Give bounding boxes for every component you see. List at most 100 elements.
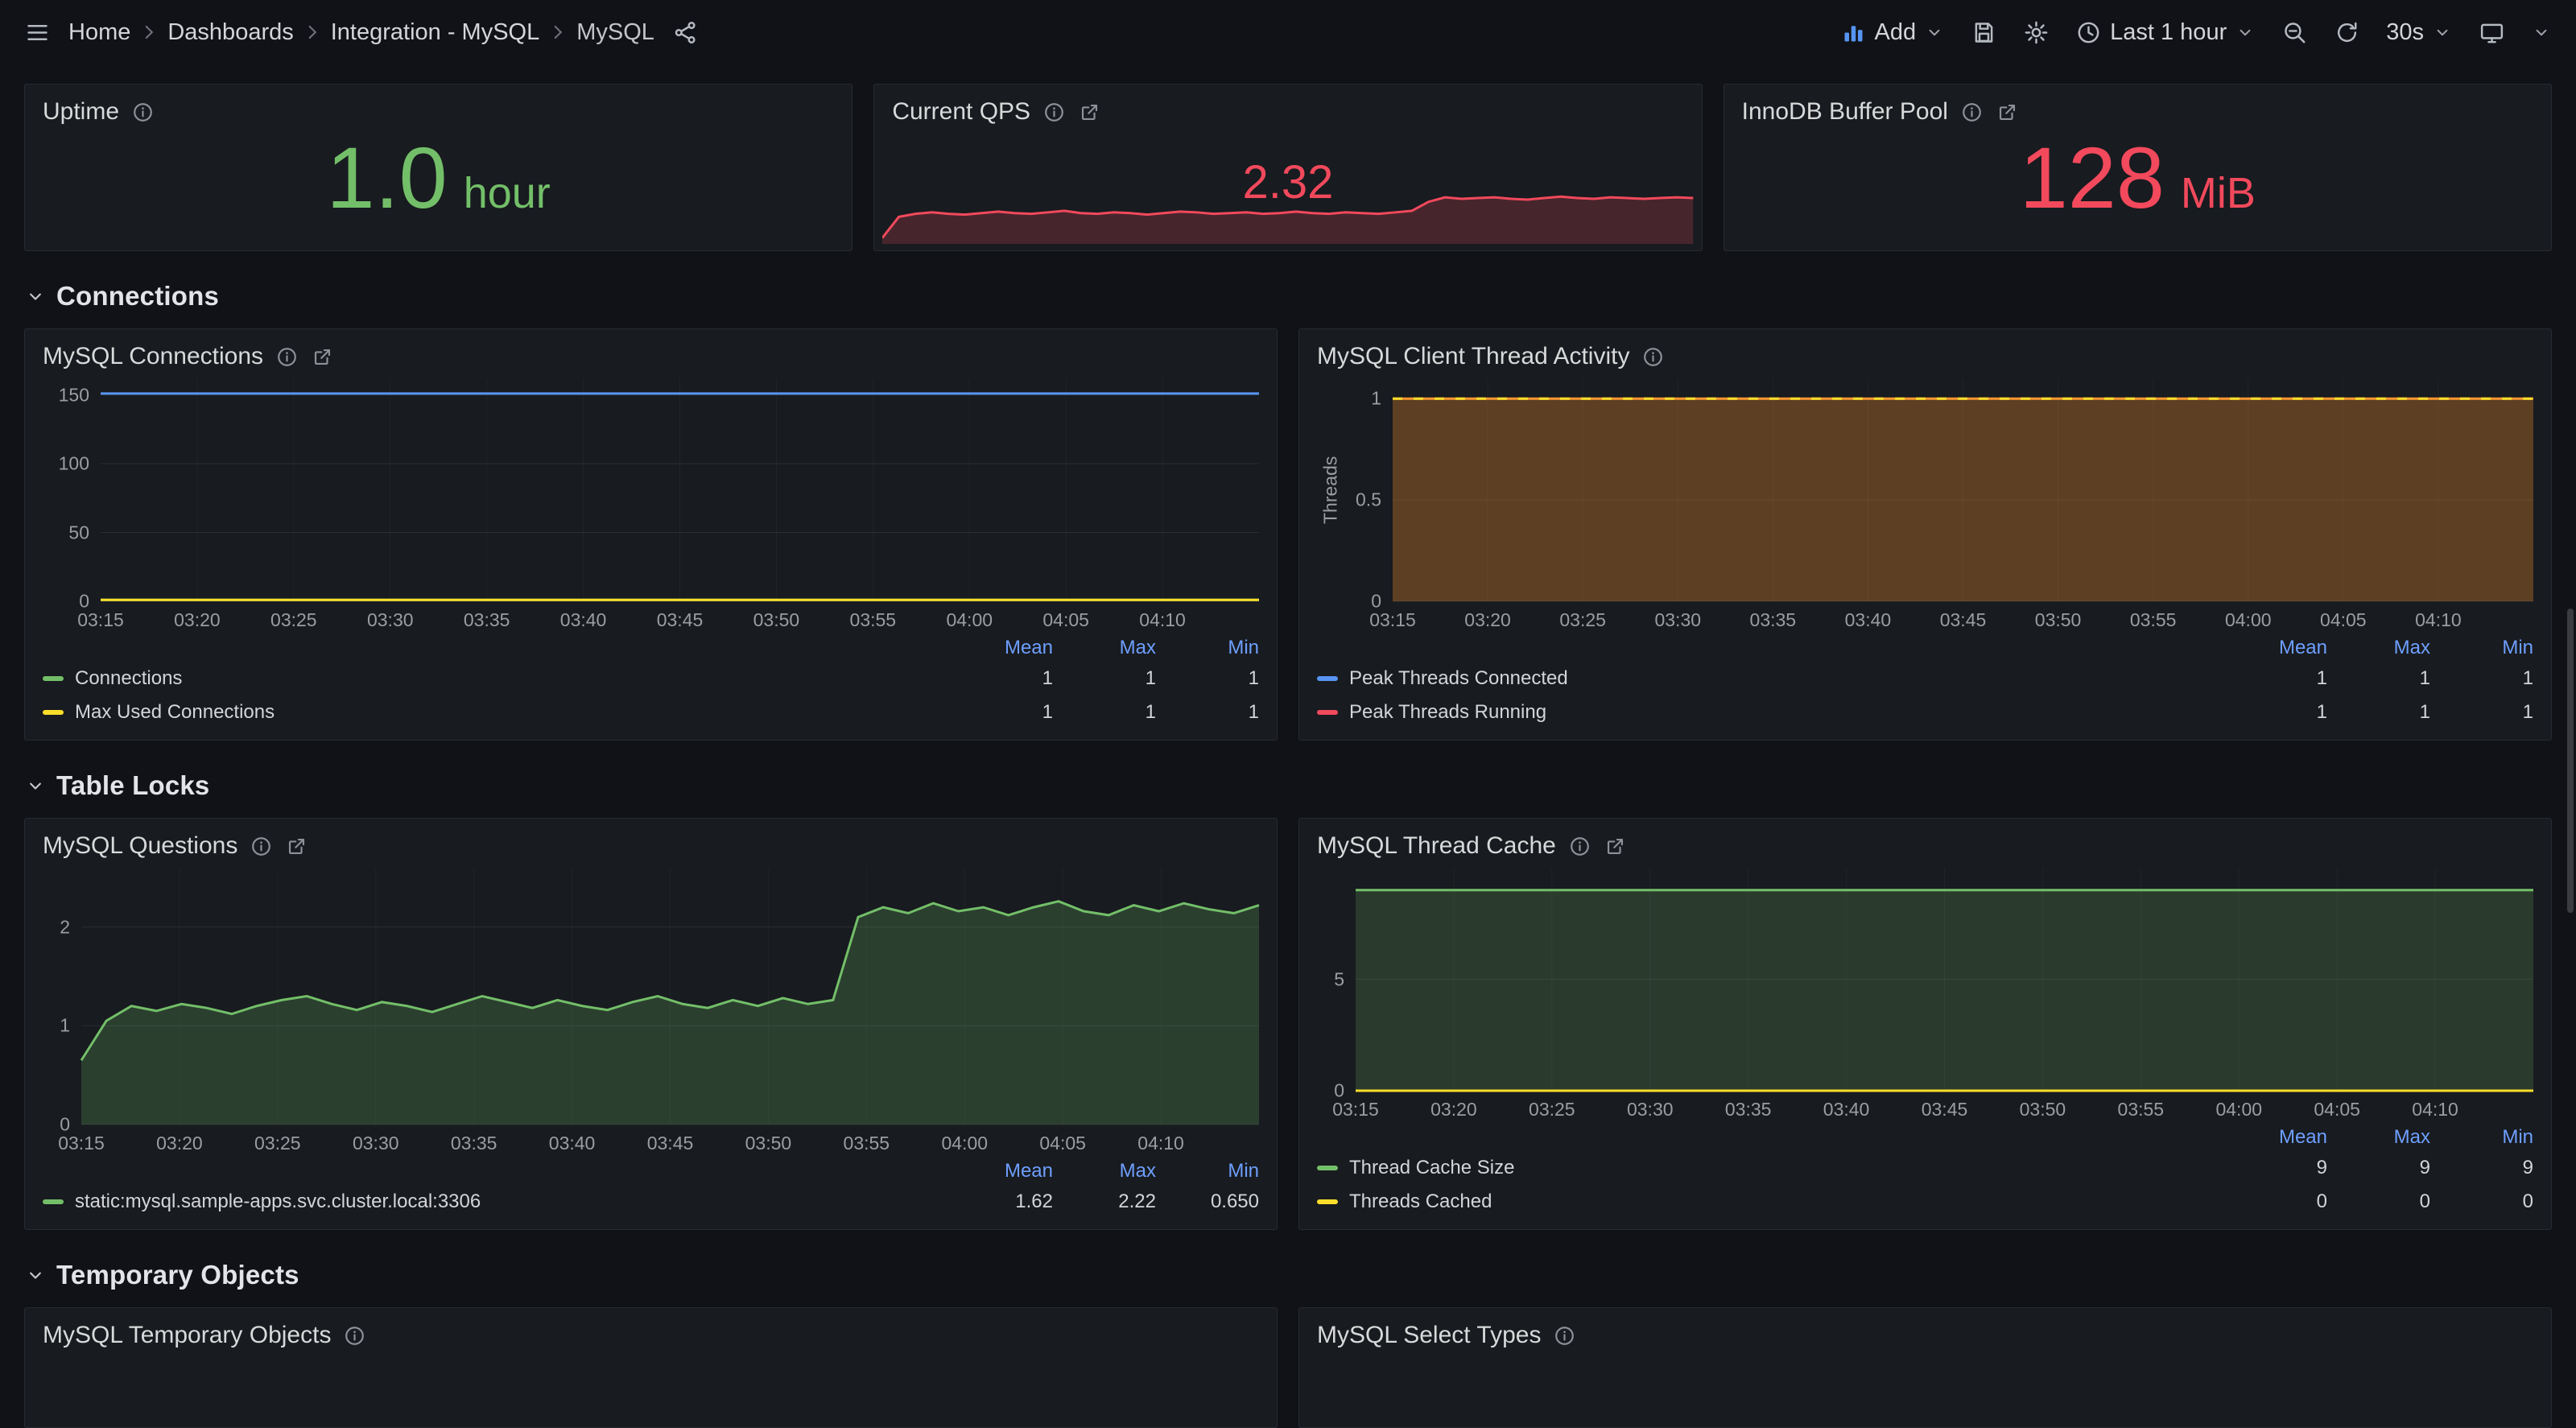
refresh-interval-label: 30s <box>2386 19 2424 46</box>
kiosk-mode-button[interactable] <box>2479 19 2505 46</box>
legend-label[interactable]: Thread Cache Size <box>1349 1157 2224 1179</box>
save-dashboard-button[interactable] <box>1971 19 1997 46</box>
legend-swatch <box>1317 1199 1338 1204</box>
refresh-interval-picker[interactable]: 30s <box>2386 19 2453 46</box>
thread-cache-chart[interactable]: 0503:1503:2003:2503:3003:3503:4003:4503:… <box>1317 868 2533 1123</box>
legend-value: 1 <box>2327 701 2430 724</box>
legend-label[interactable]: Peak Threads Running <box>1349 701 2224 724</box>
plot-area[interactable] <box>1356 868 2533 1091</box>
legend-header-mean[interactable]: Mean <box>2224 637 2327 659</box>
legend-label[interactable]: Max Used Connections <box>75 701 950 724</box>
legend-row: Max Used Connections111 <box>43 695 1259 728</box>
legend-header-mean[interactable]: Mean <box>950 1160 1053 1182</box>
time-range-picker[interactable]: Last 1 hour <box>2075 19 2256 46</box>
panel-body: 05010015003:1503:2003:2503:3003:3503:400… <box>25 375 1277 740</box>
legend-header-min[interactable]: Min <box>1156 637 1259 659</box>
panel-title: MySQL Client Thread Activity <box>1317 343 1629 370</box>
panel-header-temporary-objects[interactable]: MySQL Temporary Objects <box>25 1308 1277 1354</box>
info-icon[interactable] <box>1568 835 1591 858</box>
external-link-icon[interactable] <box>1078 101 1101 124</box>
legend-header-max[interactable]: Max <box>1053 637 1156 659</box>
y-axis-label: Threads <box>1317 378 1344 601</box>
legend-row: static:mysql.sample-apps.svc.cluster.loc… <box>43 1184 1259 1218</box>
info-icon[interactable] <box>343 1324 366 1348</box>
chevron-down-icon <box>24 1264 47 1286</box>
zoom-out-time-button[interactable] <box>2281 19 2308 46</box>
refresh-button[interactable] <box>2334 19 2360 46</box>
panel-header-select-types[interactable]: MySQL Select Types <box>1299 1308 2551 1354</box>
legend-header-mean[interactable]: Mean <box>950 637 1053 659</box>
legend-row: Connections111 <box>43 661 1259 695</box>
legend-header-mean[interactable]: Mean <box>2224 1126 2327 1149</box>
legend-header-max[interactable]: Max <box>2327 637 2430 659</box>
section-header-temporary-objects[interactable]: Temporary Objects <box>24 1249 2552 1301</box>
legend-header-max[interactable]: Max <box>1053 1160 1156 1182</box>
legend-header-min[interactable]: Min <box>1156 1160 1259 1182</box>
panel-header-mysql-connections[interactable]: MySQL Connections <box>25 329 1277 375</box>
info-icon[interactable] <box>275 345 299 369</box>
panel-header-mysql-thread-cache[interactable]: MySQL Thread Cache <box>1299 819 2551 865</box>
buffer-pool-unit: MiB <box>2181 168 2256 218</box>
external-link-icon[interactable] <box>285 835 308 858</box>
legend-value: 1 <box>1156 667 1259 690</box>
legend-value: 1.62 <box>950 1191 1053 1213</box>
uptime-value: 1.0 <box>327 134 448 221</box>
legend-value: 1 <box>1053 701 1156 724</box>
gear-icon <box>2023 19 2050 46</box>
info-icon[interactable] <box>250 835 273 858</box>
buffer-pool-value: 128 <box>2020 134 2165 221</box>
plot-area[interactable] <box>1393 378 2533 601</box>
add-panel-icon <box>1840 19 1867 46</box>
legend-label[interactable]: Threads Cached <box>1349 1191 2224 1213</box>
mysql-questions-chart[interactable]: 01203:1503:2003:2503:3003:3503:4003:4503… <box>43 868 1259 1157</box>
legend-value: 1 <box>950 701 1053 724</box>
panel-header-mysql-questions[interactable]: MySQL Questions <box>25 819 1277 865</box>
section-header-table-locks[interactable]: Table Locks <box>24 760 2552 811</box>
dashboard-settings-button[interactable] <box>2023 19 2050 46</box>
hamburger-menu-icon <box>24 19 51 46</box>
legend-swatch <box>43 1199 64 1204</box>
legend-label[interactable]: Peak Threads Connected <box>1349 667 2224 690</box>
info-icon[interactable] <box>1641 345 1665 369</box>
breadcrumb-separator-icon <box>547 22 568 43</box>
legend-value: 1 <box>1053 667 1156 690</box>
breadcrumb-separator-icon <box>138 22 159 43</box>
legend-header-max[interactable]: Max <box>2327 1126 2430 1149</box>
refresh-icon <box>2334 19 2360 46</box>
legend-header-min[interactable]: Min <box>2430 1126 2533 1149</box>
x-axis-ticks: 03:1503:2003:2503:3003:3503:4003:4503:50… <box>43 601 1259 634</box>
panel-header-thread-activity[interactable]: MySQL Client Thread Activity <box>1299 329 2551 375</box>
legend-header-min[interactable]: Min <box>2430 637 2533 659</box>
section-title: Temporary Objects <box>56 1260 299 1290</box>
navbar-right: Add Last 1 hour <box>1840 19 2552 46</box>
y-axis-ticks: 050100150 <box>43 378 101 601</box>
breadcrumb: HomeDashboardsIntegration - MySQLMySQL <box>68 19 654 46</box>
navbar-more-button[interactable] <box>2531 22 2552 43</box>
plot-area[interactable] <box>101 378 1259 601</box>
add-button[interactable]: Add <box>1840 19 1946 46</box>
info-icon[interactable] <box>1553 1324 1576 1348</box>
legend-swatch <box>1317 676 1338 681</box>
y-axis-ticks: 012 <box>43 868 81 1125</box>
mysql-connections-chart[interactable]: 05010015003:1503:2003:2503:3003:3503:400… <box>43 378 1259 634</box>
external-link-icon[interactable] <box>311 345 334 369</box>
scrollbar-thumb[interactable] <box>2567 609 2574 913</box>
qps-value: 2.32 <box>874 155 1701 209</box>
breadcrumb-item[interactable]: Dashboards <box>167 19 293 46</box>
breadcrumb-item[interactable]: Home <box>68 19 130 46</box>
legend-label[interactable]: static:mysql.sample-apps.svc.cluster.loc… <box>75 1191 950 1213</box>
breadcrumb-item[interactable]: Integration - MySQL <box>331 19 540 46</box>
mega-menu-toggle-button[interactable] <box>24 19 51 46</box>
legend-label[interactable]: Connections <box>75 667 950 690</box>
legend-value: 1 <box>1156 701 1259 724</box>
plot-area[interactable] <box>81 868 1259 1125</box>
info-icon[interactable] <box>1042 101 1066 124</box>
panel-header-current-qps[interactable]: Current QPS <box>874 85 1701 130</box>
panel-mysql-questions: MySQL Questions 01203:1503:2003:2503:300… <box>24 818 1278 1230</box>
section-header-connections[interactable]: Connections <box>24 270 2552 322</box>
thread-activity-chart[interactable]: Threads00.5103:1503:2003:2503:3003:3503:… <box>1317 378 2533 634</box>
share-dashboard-button[interactable] <box>672 19 699 46</box>
legend-value: 1 <box>2224 701 2327 724</box>
external-link-icon[interactable] <box>1604 835 1627 858</box>
share-icon <box>672 19 699 46</box>
